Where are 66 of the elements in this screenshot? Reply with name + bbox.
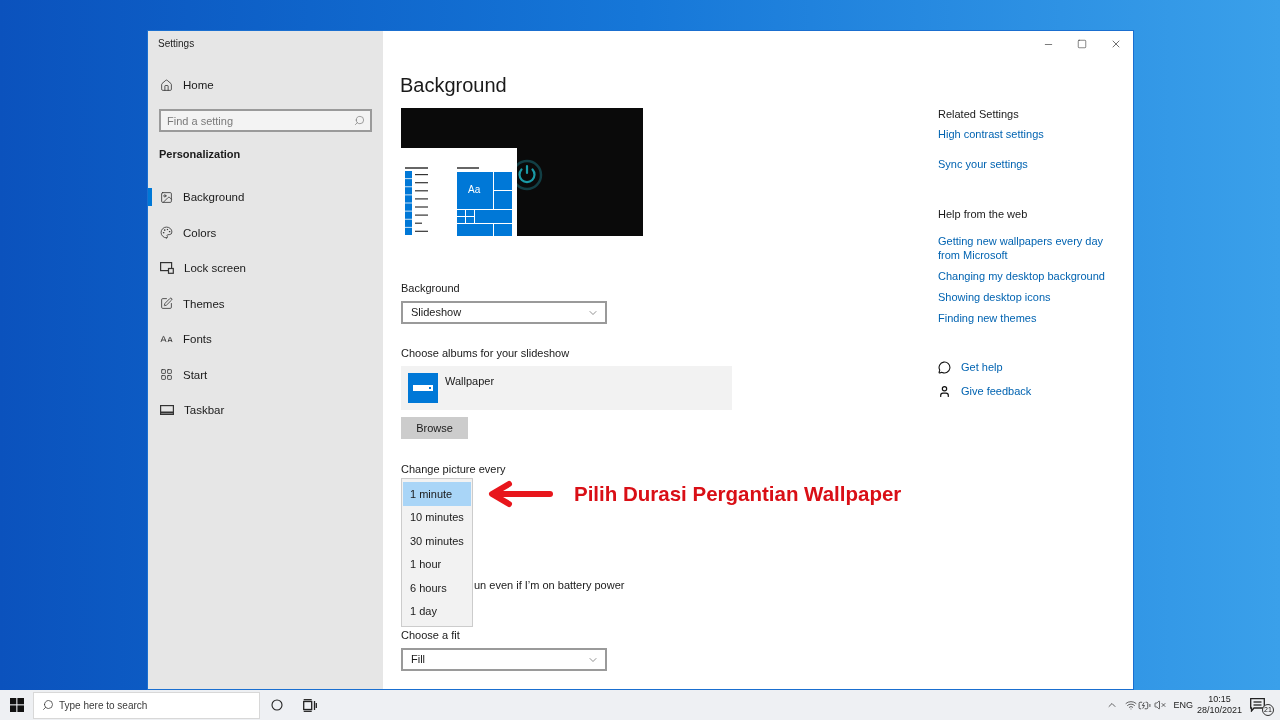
- sidebar-item[interactable]: Colors: [148, 223, 383, 242]
- help-link[interactable]: Showing desktop icons: [938, 290, 1051, 304]
- circle-icon: [270, 699, 283, 711]
- support-link[interactable]: Get help: [938, 359, 1003, 375]
- sidebar-item[interactable]: Lock screen: [148, 259, 383, 277]
- window-title: Settings: [158, 38, 195, 50]
- section-heading: Help from the web: [938, 207, 1028, 222]
- picture-icon: [160, 190, 173, 204]
- field-label: Change picture every: [401, 462, 506, 477]
- sidebar-item[interactable]: Start: [148, 365, 383, 384]
- language-indicator[interactable]: ENG: [1173, 699, 1193, 711]
- sidebar-item[interactable]: Taskbar: [148, 401, 383, 419]
- duration-option[interactable]: 1 day: [403, 599, 471, 623]
- tile-label: Aa: [468, 184, 481, 196]
- drive-icon: [408, 373, 438, 403]
- stacked-windows-icon: [302, 698, 317, 712]
- fit-dropdown[interactable]: Fill: [401, 648, 607, 671]
- grid-icon: [160, 368, 173, 381]
- clock[interactable]: 10:15 28/10/2021: [1196, 694, 1242, 716]
- duration-option[interactable]: 1 minute: [403, 482, 471, 506]
- sidebar-item[interactable]: Themes: [148, 294, 383, 313]
- album-tile[interactable]: Wallpaper: [401, 366, 732, 410]
- muted-speaker-icon[interactable]: [1154, 699, 1167, 711]
- field-label: Choose a fit: [401, 628, 460, 643]
- sidebar-item[interactable]: Fonts: [148, 330, 383, 348]
- person-icon: [938, 384, 951, 398]
- network-icon[interactable]: [1125, 699, 1138, 711]
- notification-icon[interactable]: [1250, 698, 1265, 712]
- clock-time: 10:15: [1208, 694, 1231, 705]
- help-link[interactable]: Getting new wallpapers every day from Microsoft: [938, 234, 1110, 262]
- palette-icon: [160, 226, 173, 239]
- monitor-icon: [160, 262, 174, 274]
- browse-button[interactable]: Browse: [401, 417, 468, 439]
- support-link[interactable]: Give feedback: [938, 383, 1032, 399]
- page-title: Background: [400, 73, 507, 98]
- taskbar-search-field[interactable]: Type here to search: [33, 691, 260, 719]
- duration-option[interactable]: 30 minutes: [403, 529, 471, 553]
- power-icon: [517, 159, 544, 191]
- pen-square-icon: [160, 297, 173, 310]
- field-label: Background: [401, 281, 460, 296]
- setting-text: un even if I’m on battery power: [474, 578, 625, 593]
- section-heading: Related Settings: [938, 107, 1019, 122]
- annotation-text: Pilih Durasi Pergantian Wallpaper: [574, 482, 902, 506]
- speech-bubble-icon: [938, 360, 951, 374]
- help-link[interactable]: Finding new themes: [938, 311, 1037, 325]
- clock-date: 28/10/2021: [1196, 705, 1242, 716]
- background-dropdown[interactable]: Slideshow: [401, 301, 607, 324]
- close-icon: [1110, 38, 1122, 50]
- section-heading: Personalization: [159, 147, 241, 162]
- home-icon: [160, 78, 173, 92]
- settings-link[interactable]: Sync your settings: [938, 156, 1028, 172]
- four-squares-icon: [9, 698, 24, 712]
- taskbar-icon: [160, 405, 174, 415]
- search-icon: [42, 698, 54, 711]
- duration-option[interactable]: 1 hour: [403, 552, 471, 576]
- home-link[interactable]: Home: [160, 77, 214, 93]
- search-field[interactable]: Find a setting: [159, 109, 372, 132]
- left-arrow-icon: [487, 480, 553, 508]
- field-label: Choose albums for your slideshow: [401, 346, 570, 361]
- settings-link[interactable]: High contrast settings: [938, 126, 1044, 142]
- duration-option[interactable]: 6 hours: [403, 576, 471, 600]
- maximize-icon: [1077, 39, 1087, 49]
- help-link[interactable]: Changing my desktop background: [938, 269, 1105, 283]
- album-name: Wallpaper: [445, 374, 495, 389]
- duration-option[interactable]: 10 minutes: [403, 505, 471, 529]
- search-icon: [354, 115, 365, 126]
